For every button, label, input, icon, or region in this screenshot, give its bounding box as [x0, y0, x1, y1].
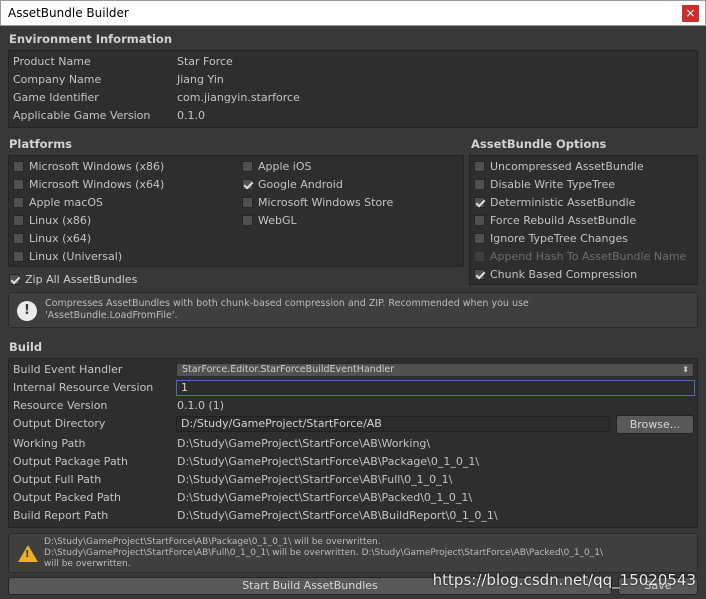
info-icon: !: [17, 301, 37, 321]
checkbox[interactable]: [242, 197, 253, 208]
platform-label: Google Android: [258, 178, 343, 191]
checkbox[interactable]: [13, 215, 24, 226]
help-text-line1: Compresses AssetBundles with both chunk-…: [45, 298, 529, 309]
env-value: Jiang Yin: [177, 73, 224, 86]
platform-label: Linux (Universal): [29, 250, 123, 263]
environment-panel: Product Name Star Force Company Name Jia…: [8, 50, 698, 128]
platform-label: Microsoft Windows (x86): [29, 160, 165, 173]
checkbox[interactable]: [13, 161, 24, 172]
option-label: Ignore TypeTree Changes: [490, 232, 628, 245]
build-label: Resource Version: [13, 399, 108, 412]
env-label: Product Name: [13, 55, 91, 68]
help-text-line2: 'AssetBundle.LoadFromFile'.: [45, 310, 178, 321]
build-label: Output Directory: [13, 417, 106, 430]
environment-section-title: Environment Information: [9, 32, 173, 46]
option-label: Force Rebuild AssetBundle: [490, 214, 637, 227]
checkbox[interactable]: [474, 233, 485, 244]
platforms-panel: Microsoft Windows (x86) Microsoft Window…: [8, 155, 464, 267]
checkbox[interactable]: [474, 269, 485, 280]
build-label: Working Path: [13, 437, 86, 450]
options-section-title: AssetBundle Options: [471, 137, 607, 151]
close-button[interactable]: ×: [682, 5, 699, 22]
build-label: Build Report Path: [13, 509, 109, 522]
build-label: Output Packed Path: [13, 491, 122, 504]
build-value: D:\Study\GameProject\StartForce\AB\Full\…: [177, 473, 453, 486]
platform-label: Apple iOS: [258, 160, 312, 173]
checkbox[interactable]: [242, 179, 253, 190]
warning-text-line1: D:\Study\GameProject\StartForce\AB\Packa…: [44, 537, 381, 547]
env-value: Star Force: [177, 55, 233, 68]
dropdown-value: StarForce.Editor.StarForceBuildEventHand…: [182, 364, 395, 375]
checkbox[interactable]: [13, 197, 24, 208]
watermark-text: https://blog.csdn.net/qq_15020543: [432, 571, 696, 589]
build-label: Output Package Path: [13, 455, 128, 468]
build-value: 0.1.0 (1): [177, 399, 225, 412]
overwrite-warning-box: ! D:\Study\GameProject\StartForce\AB\Pac…: [8, 533, 698, 573]
checkbox[interactable]: [9, 274, 20, 285]
window-title: AssetBundle Builder: [8, 6, 129, 20]
browse-button[interactable]: Browse...: [616, 415, 694, 434]
builder-window: Environment Information Product Name Sta…: [0, 26, 706, 599]
option-label: Deterministic AssetBundle: [490, 196, 636, 209]
warning-text-line3: will be overwritten.: [44, 559, 131, 569]
build-panel: Build Event Handler StarForce.Editor.Sta…: [8, 358, 698, 528]
platforms-section-title: Platforms: [9, 137, 73, 151]
checkbox[interactable]: [474, 179, 485, 190]
platform-label: Apple macOS: [29, 196, 103, 209]
build-section-title: Build: [9, 340, 43, 354]
option-label: Chunk Based Compression: [490, 268, 638, 281]
env-value: 0.1.0: [177, 109, 205, 122]
platform-label: Microsoft Windows Store: [258, 196, 394, 209]
internal-version-input[interactable]: 1: [176, 380, 695, 396]
option-label: Disable Write TypeTree: [490, 178, 616, 191]
warning-text-line2: D:\Study\GameProject\StartForce\AB\Full\…: [44, 548, 604, 558]
zip-label: Zip All AssetBundles: [25, 273, 138, 286]
event-handler-dropdown[interactable]: StarForce.Editor.StarForceBuildEventHand…: [176, 363, 694, 377]
options-panel: Uncompressed AssetBundle Disable Write T…: [469, 155, 698, 285]
checkbox[interactable]: [13, 251, 24, 262]
output-directory-input[interactable]: D:/Study/GameProject/StartForce/AB: [176, 416, 610, 432]
build-label: Internal Resource Version: [13, 381, 154, 394]
platform-label: Linux (x64): [29, 232, 92, 245]
warning-icon: !: [18, 545, 38, 562]
env-label: Game Identifier: [13, 91, 99, 104]
dropdown-arrow-icon: ⬍: [682, 365, 689, 374]
platform-label: Microsoft Windows (x64): [29, 178, 165, 191]
checkbox[interactable]: [474, 197, 485, 208]
close-icon: ×: [685, 6, 696, 20]
env-label: Applicable Game Version: [13, 109, 151, 122]
zip-help-box: ! Compresses AssetBundles with both chun…: [8, 292, 698, 328]
build-label: Output Full Path: [13, 473, 102, 486]
build-value: D:\Study\GameProject\StartForce\AB\Worki…: [177, 437, 431, 450]
checkbox[interactable]: [474, 215, 485, 226]
checkbox: [474, 251, 485, 262]
build-label: Build Event Handler: [13, 363, 123, 376]
platform-label: Linux (x86): [29, 214, 92, 227]
env-value: com.jiangyin.starforce: [177, 91, 300, 104]
platform-label: WebGL: [258, 214, 297, 227]
window-titlebar: AssetBundle Builder ×: [0, 0, 706, 26]
checkbox[interactable]: [242, 215, 253, 226]
build-value: D:\Study\GameProject\StartForce\AB\Build…: [177, 509, 498, 522]
checkbox[interactable]: [242, 161, 253, 172]
build-value: D:\Study\GameProject\StartForce\AB\Packe…: [177, 491, 473, 504]
build-value: D:\Study\GameProject\StartForce\AB\Packa…: [177, 455, 480, 468]
checkbox[interactable]: [13, 179, 24, 190]
option-label: Uncompressed AssetBundle: [490, 160, 644, 173]
env-label: Company Name: [13, 73, 102, 86]
checkbox[interactable]: [474, 161, 485, 172]
checkbox[interactable]: [13, 233, 24, 244]
option-label: Append Hash To AssetBundle Name: [490, 250, 687, 263]
